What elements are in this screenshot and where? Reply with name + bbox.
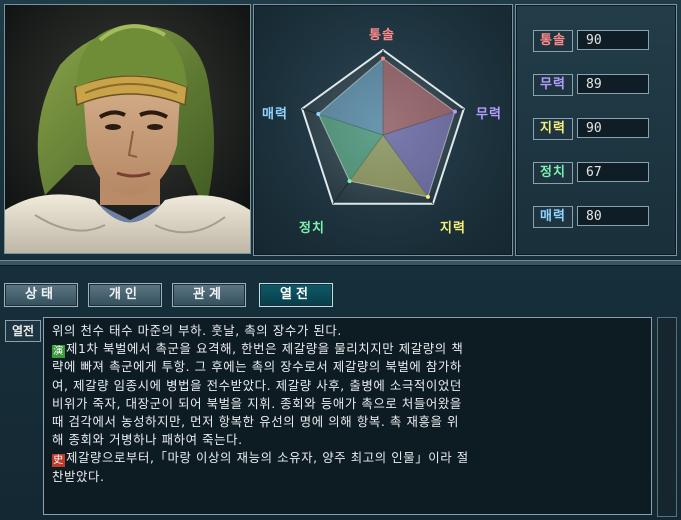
officer-portrait (5, 5, 250, 253)
stat-value: 67 (577, 162, 649, 182)
portrait-frame (4, 4, 251, 254)
stat-row-command: 통솔 90 (533, 30, 653, 52)
stat-name: 통솔 (533, 30, 573, 52)
bio-line: 찬받았다. (52, 468, 643, 486)
radar-label-intelligence: 지력 (440, 221, 466, 236)
bio-line-text: 비위가 죽자, 대장군이 되어 북벌을 지휘. 종회와 등애가 촉으로 처들어왔… (52, 395, 462, 411)
bio-line-text: 제1차 북벌에서 촉군을 요격해, 한번은 제갈량을 물리치지만 제갈량의 책 (66, 341, 464, 357)
stat-name: 무력 (533, 74, 573, 96)
bio-line: 여, 제갈량 임종시에 병법을 전수받았다. 제갈량 사후, 출병에 소극적이었… (52, 377, 643, 395)
section-divider (0, 260, 681, 266)
bio-line-text: 찬받았다. (52, 468, 105, 484)
biography-text-box: 위의 천수 태수 마준의 부하. 훗날, 촉의 장수가 된다. 演 제1차 북벌에… (43, 317, 652, 515)
bio-line: 비위가 죽자, 대장군이 되어 북벌을 지휘. 종회와 등애가 촉으로 처들어왔… (52, 395, 643, 413)
radar-point (381, 56, 385, 61)
tab-biography[interactable]: 열전 (259, 283, 333, 307)
bio-line: 史 제갈량으로부터,「마랑 이상의 재능의 소유자, 양주 최고의 인물」이라 절 (52, 449, 643, 468)
biography-scrollbar[interactable] (657, 317, 677, 517)
stat-row-intelligence: 지력 90 (533, 118, 653, 140)
stat-value: 89 (577, 74, 649, 94)
radar-label-war: 무력 (476, 107, 502, 122)
bio-line-text: 략에 빠져 촉군에게 투항. 그 후에는 촉의 장수로서 제갈량의 북벌에 참가… (52, 359, 462, 375)
stat-value: 80 (577, 206, 649, 226)
tab-relations[interactable]: 관계 (172, 283, 246, 307)
bio-line-text: 위의 천수 태수 마준의 부하. 훗날, 촉의 장수가 된다. (52, 323, 342, 338)
bio-line: 때 검각에서 농성하지만, 먼저 항복한 유선의 명에 의해 항복. 촉 재흥을… (52, 413, 643, 431)
radar-point (452, 109, 457, 114)
radar-label-command: 통솔 (369, 28, 395, 43)
bio-line: 해 종회와 거병하나 패하여 죽는다. (52, 431, 643, 449)
romance-mark-icon: 演 (52, 345, 65, 359)
stat-name: 지력 (533, 118, 573, 140)
bio-line: 演 제1차 북벌에서 촉군을 요격해, 한번은 제갈량을 물리치지만 제갈량의 책 (52, 340, 643, 359)
stat-name: 정치 (533, 162, 573, 184)
tab-personal[interactable]: 개인 (88, 283, 162, 307)
bio-line-text: 해 종회와 거병하나 패하여 죽는다. (52, 432, 243, 448)
stat-row-politics: 정치 67 (533, 162, 653, 184)
bio-line: 위의 천수 태수 마준의 부하. 훗날, 촉의 장수가 된다. (52, 322, 643, 340)
radar-point (425, 194, 430, 199)
radar-point (316, 111, 321, 116)
radar-point (347, 179, 352, 184)
stat-radar-chart: 통솔 무력 지력 정치 매력 (253, 4, 513, 256)
officer-info-window: 통솔 무력 지력 정치 매력 통솔 90 무력 89 지력 90 정치 67 매… (0, 0, 681, 520)
bio-line-text: 때 검각에서 농성하지만, 먼저 항복한 유선의 명에 의해 항복. 촉 재흥을… (52, 414, 459, 430)
stat-row-charm: 매력 80 (533, 206, 653, 228)
bio-line-text: 여, 제갈량 임종시에 병법을 전수받았다. 제갈량 사후, 출병에 소극적이었… (52, 377, 462, 393)
bio-line-text: 제갈량으로부터,「마랑 이상의 재능의 소유자, 양주 최고의 인물」이라 절 (66, 450, 469, 466)
radar-label-charm: 매력 (262, 107, 288, 122)
stat-value: 90 (577, 118, 649, 138)
biography-label: 열전 (5, 320, 41, 342)
bio-line: 략에 빠져 촉군에게 투항. 그 후에는 촉의 장수로서 제갈량의 북벌에 참가… (52, 358, 643, 376)
tab-status[interactable]: 상태 (4, 283, 78, 307)
history-mark-icon: 史 (52, 454, 65, 468)
stat-value: 90 (577, 30, 649, 50)
stat-row-war: 무력 89 (533, 74, 653, 96)
stat-name: 매력 (533, 206, 573, 228)
radar-label-politics: 정치 (299, 221, 325, 236)
